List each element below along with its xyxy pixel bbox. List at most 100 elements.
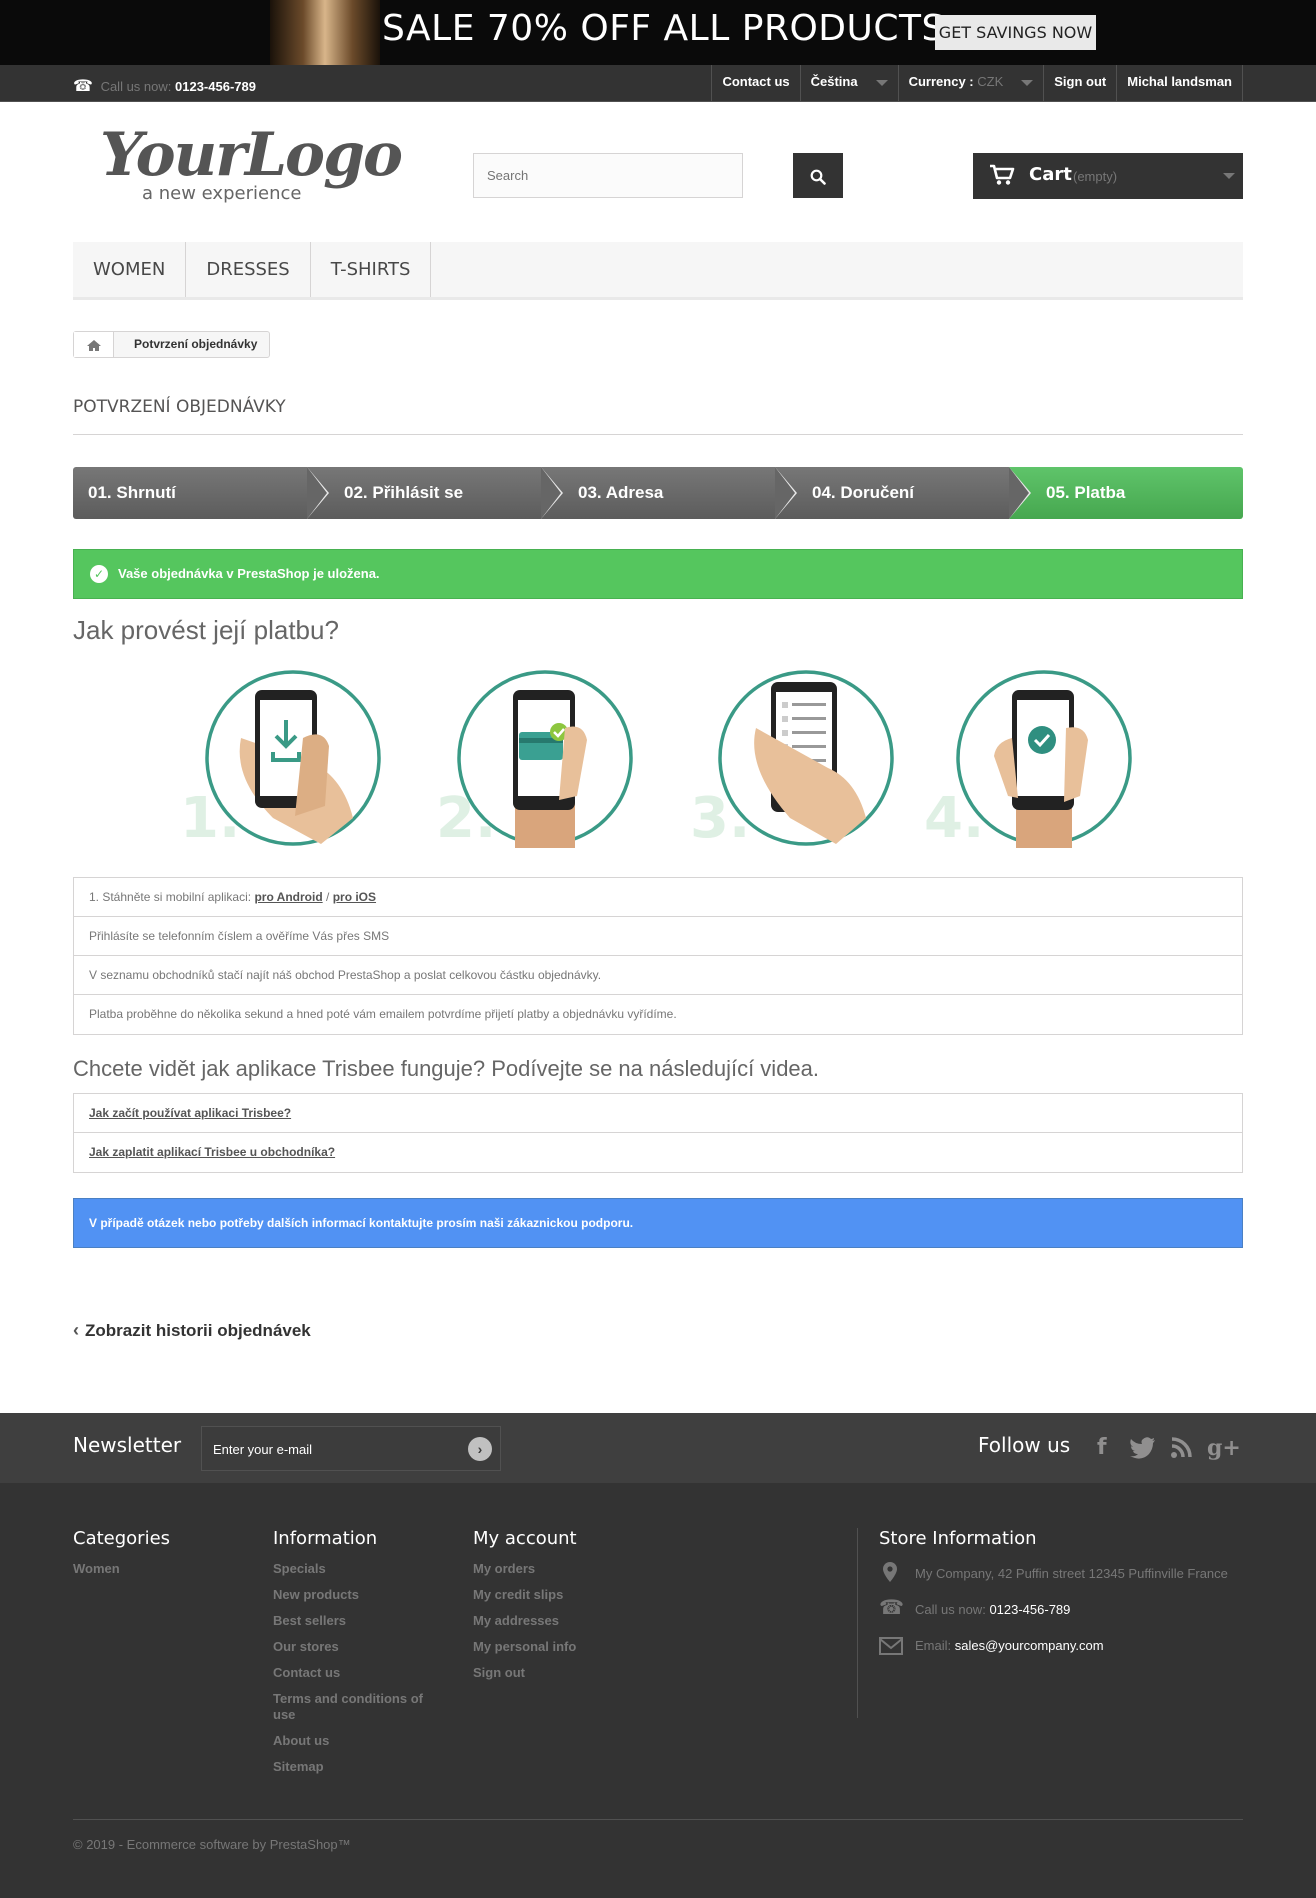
contact-link[interactable]: Contact us [711, 65, 799, 102]
promo-banner[interactable]: SALE 70% OFF ALL PRODUCTS GET SAVINGS NO… [0, 0, 1316, 65]
video-link-getting-started[interactable]: Jak začít používat aplikaci Trisbee? [89, 1106, 291, 1120]
newsletter-bar: Newsletter Enter your e-mail › Follow us… [0, 1413, 1316, 1483]
footer-link[interactable]: Our stores [273, 1639, 433, 1655]
step-summary[interactable]: 01. Shrnutí [73, 467, 329, 519]
instruction-row: 1. Stáhněte si mobilní aplikaci: pro And… [74, 878, 1242, 917]
account-link[interactable]: Michal landsman [1116, 65, 1243, 102]
instructions-list: 1. Stáhněte si mobilní aplikaci: pro And… [73, 877, 1243, 1035]
step-arrow [307, 467, 327, 519]
step-label: 02. Přihlásit se [344, 483, 464, 502]
menu-item-tshirts[interactable]: T-SHIRTS [311, 242, 432, 297]
cart-block[interactable]: Cart (empty) [973, 153, 1243, 199]
language-value: Čeština [810, 74, 858, 89]
store-email-link[interactable]: sales@yourcompany.com [955, 1638, 1104, 1653]
footer-link[interactable]: My personal info [473, 1639, 633, 1655]
main-menu: WOMEN DRESSES T-SHIRTS [73, 242, 1243, 300]
list-item: Jak zaplatit aplikací Trisbee u obchodní… [74, 1133, 1242, 1172]
follow-us-title: Follow us [978, 1433, 1071, 1457]
site-logo[interactable]: YourLogo a new experience [100, 120, 403, 205]
success-text: Vaše objednávka v PrestaShop je uložena. [118, 566, 380, 581]
link-separator: / [326, 890, 330, 904]
videos-heading: Chcete vidět jak aplikace Trisbee funguj… [73, 1056, 820, 1081]
chevron-down-icon [1021, 79, 1034, 86]
footer-link[interactable]: Women [73, 1561, 233, 1577]
newsletter-placeholder: Enter your e-mail [213, 1442, 312, 1457]
order-history-link[interactable]: ‹ Zobrazit historii objednávek [73, 1320, 311, 1341]
instruction-text: 1. Stáhněte si mobilní aplikaci: [89, 890, 252, 904]
logo-text: YourLogo [100, 120, 403, 190]
logo-tagline: a new experience [142, 183, 302, 204]
step-arrow [775, 467, 795, 519]
info-alert: V případě otázek nebo potřeby dalších in… [73, 1198, 1243, 1248]
language-select[interactable]: Čeština [799, 65, 898, 102]
footer: Categories Women Information Specials Ne… [0, 1483, 1316, 1898]
footer-link[interactable]: Sign out [473, 1665, 633, 1681]
footer-link[interactable]: Best sellers [273, 1613, 433, 1629]
android-app-link[interactable]: pro Android [254, 890, 322, 904]
breadcrumb: Potvrzení objednávky [73, 331, 271, 358]
search-input[interactable] [474, 154, 742, 197]
call-prefix: Call us now: [100, 79, 172, 94]
step-label: 01. Shrnutí [88, 483, 176, 502]
footer-link[interactable]: My orders [473, 1561, 633, 1577]
footer-link[interactable]: About us [273, 1733, 433, 1749]
breadcrumb-current: Potvrzení objednávky [134, 337, 258, 351]
facebook-icon[interactable]: f [1097, 1435, 1107, 1460]
search-button[interactable] [793, 153, 843, 198]
newsletter-email-field[interactable]: Enter your e-mail › [201, 1426, 501, 1471]
currency-value: CZK [977, 74, 1004, 89]
breadcrumb-home[interactable] [74, 332, 114, 357]
ios-app-link[interactable]: pro iOS [333, 890, 376, 904]
download-app-illustration [205, 670, 381, 846]
footer-categories: Categories Women [73, 1528, 233, 1587]
banner-sale-text: SALE 70% OFF ALL PRODUCTS [382, 8, 945, 49]
rss-icon[interactable] [1170, 1437, 1192, 1459]
footer-link[interactable]: Terms and conditions of use [273, 1691, 433, 1723]
top-bar: ☎ Call us now: 0123-456-789 Contact us Č… [0, 65, 1316, 102]
top-nav: Contact us Čeština Currency : CZK Sign o… [711, 65, 1243, 102]
cart-icon [990, 164, 1015, 185]
menu-item-women[interactable]: WOMEN [73, 242, 187, 297]
search-icon [810, 169, 826, 185]
chevron-down-icon [875, 79, 888, 86]
footer-link[interactable]: My addresses [473, 1613, 633, 1629]
step-label: 05. Platba [1046, 483, 1126, 502]
footer-heading: Information [273, 1528, 378, 1549]
footer-heading: Store Information [879, 1528, 1037, 1549]
footer-link[interactable]: Specials [273, 1561, 433, 1577]
list-item: Jak začít používat aplikaci Trisbee? [74, 1094, 1242, 1133]
copyright: © 2019 - Ecommerce software by PrestaSho… [73, 1837, 351, 1852]
step-shipping[interactable]: 04. Doručení [775, 467, 1031, 519]
google-plus-icon[interactable]: g+ [1207, 1435, 1241, 1461]
page-title: POTVRZENÍ OBJEDNÁVKY [73, 397, 1243, 435]
instruction-row: Platba proběhne do několika sekund a hne… [89, 1007, 677, 1021]
order-steps: 01. Shrnutí 02. Přihlásit se 03. Adresa … [73, 467, 1243, 519]
sign-out-link[interactable]: Sign out [1043, 65, 1116, 102]
step-login[interactable]: 02. Přihlásit se [307, 467, 563, 519]
order-history-label: Zobrazit historii objednávek [85, 1321, 311, 1340]
store-phone: ☎ Call us now: 0123-456-789 [879, 1598, 1243, 1619]
banner-model-image [270, 0, 380, 65]
instruction-row: Přihlásíte se telefonním číslem a ověřím… [74, 917, 1242, 956]
step-payment: 05. Platba [1009, 467, 1243, 519]
newsletter-submit-button[interactable]: › [468, 1437, 492, 1461]
payment-done-illustration [956, 670, 1132, 848]
footer-link[interactable]: New products [273, 1587, 433, 1603]
footer-link[interactable]: Sitemap [273, 1759, 433, 1775]
footer-link[interactable]: Contact us [273, 1665, 433, 1681]
search-box [473, 153, 743, 198]
menu-item-dresses[interactable]: DRESSES [186, 242, 311, 297]
payment-card-illustration [457, 670, 633, 848]
banner-cta-button[interactable]: GET SAVINGS NOW [935, 15, 1096, 50]
map-marker-icon [883, 1562, 897, 1582]
currency-select[interactable]: Currency : CZK [897, 65, 1044, 102]
step-address[interactable]: 03. Adresa [541, 467, 797, 519]
footer-my-account: My account My orders My credit slips My … [473, 1528, 633, 1691]
chevron-left-icon: ‹ [73, 1320, 79, 1340]
video-link-pay-merchant[interactable]: Jak zaplatit aplikací Trisbee u obchodní… [89, 1145, 335, 1159]
store-email-prefix: Email: [915, 1638, 952, 1653]
twitter-icon[interactable] [1130, 1437, 1156, 1459]
footer-link[interactable]: My credit slips [473, 1587, 633, 1603]
store-phone-number: 0123-456-789 [989, 1602, 1071, 1617]
footer-information: Information Specials New products Best s… [273, 1528, 433, 1785]
